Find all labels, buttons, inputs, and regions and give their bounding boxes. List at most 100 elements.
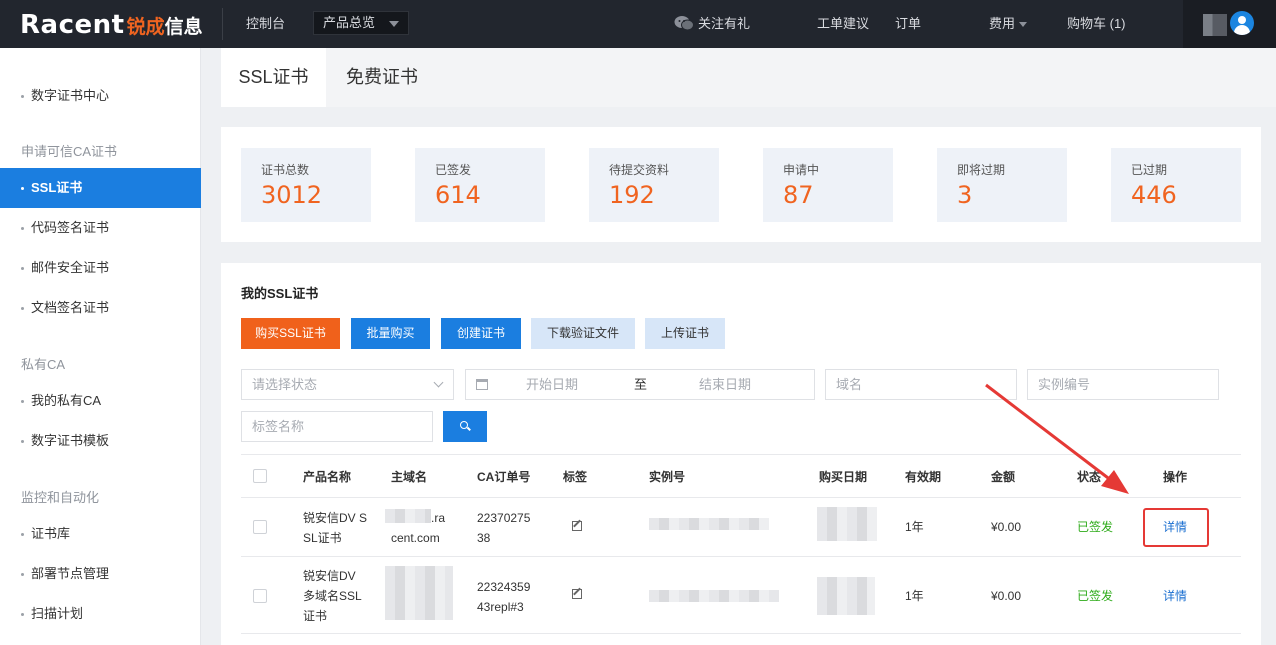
ssl-cert-panel: 我的SSL证书 购买SSL证书 批量购买 创建证书 下载验证文件 上传证书 请选…	[221, 263, 1261, 645]
sidebar-item-ssl[interactable]: SSL证书	[0, 168, 201, 208]
stat-label: 待提交资料	[609, 163, 670, 177]
stat-issued[interactable]: 已签发 614	[415, 148, 545, 222]
buy-date-redacted	[817, 577, 875, 615]
sidebar-item-scan[interactable]: 扫描计划	[0, 594, 201, 634]
panel-title: 我的SSL证书	[241, 286, 319, 301]
row-ca-order: 22370275 38	[477, 508, 530, 548]
top-navbar: Racent 锐成信息 控制台 产品总览 关注有礼 工单建议 订单 费用 购物车…	[0, 0, 1276, 48]
th-product: 产品名称	[303, 470, 352, 484]
th-instance: 实例号	[649, 470, 686, 484]
sidebar: 数字证书中心 申请可信CA证书 SSL证书 代码签名证书 邮件安全证书 文档签名…	[0, 48, 201, 645]
highlight-box	[1143, 508, 1209, 547]
wechat-icon	[674, 16, 694, 31]
status-placeholder: 请选择状态	[252, 377, 318, 392]
sidebar-item-template[interactable]: 数字证书模板	[0, 421, 201, 461]
th-domain: 主域名	[391, 470, 428, 484]
create-cert-button[interactable]: 创建证书	[441, 318, 521, 349]
order-line-2: 43repl#3	[477, 600, 524, 614]
table-top-border	[241, 454, 1241, 455]
th-amount: 金额	[991, 470, 1016, 484]
th-validity: 有效期	[905, 470, 942, 484]
follow-gift-link[interactable]: 关注有礼	[698, 0, 750, 48]
status-select[interactable]: 请选择状态	[241, 369, 454, 400]
upload-cert-button[interactable]: 上传证书	[645, 318, 725, 349]
logo-text-cn: 锐成信息	[127, 12, 203, 39]
row-checkbox[interactable]	[253, 520, 267, 534]
domain-input[interactable]: 域名	[825, 369, 1017, 400]
stat-total[interactable]: 证书总数 3012	[241, 148, 371, 222]
console-link[interactable]: 控制台	[246, 0, 285, 48]
cart-link[interactable]: 购物车 (1)	[1067, 0, 1126, 48]
product-line-1: 锐安信DV	[303, 569, 356, 583]
search-button[interactable]	[443, 411, 487, 442]
product-line-1: 锐安信DV S	[303, 511, 368, 525]
username-redacted	[1203, 14, 1227, 36]
th-buy-date: 购买日期	[819, 470, 868, 484]
row-divider	[241, 556, 1241, 557]
th-tag: 标签	[563, 470, 588, 484]
row-amount: ¥0.00	[991, 589, 1022, 603]
sidebar-item-cert-center[interactable]: 数字证书中心	[0, 76, 201, 116]
stat-label: 即将过期	[957, 163, 1006, 177]
fee-menu[interactable]: 费用	[989, 0, 1028, 48]
table-header-border	[241, 497, 1241, 498]
sidebar-item-my-ca[interactable]: 我的私有CA	[0, 381, 201, 421]
tag-name-input[interactable]: 标签名称	[241, 411, 433, 442]
stat-pending-docs[interactable]: 待提交资料 192	[589, 148, 719, 222]
sidebar-item-library[interactable]: 证书库	[0, 514, 201, 554]
stat-label: 已签发	[435, 163, 472, 177]
logo-text-cn-b: 信息	[164, 16, 203, 38]
buy-ssl-button[interactable]: 购买SSL证书	[241, 318, 340, 349]
row-divider	[241, 633, 1241, 634]
ticket-link[interactable]: 工单建议	[817, 0, 869, 48]
stat-value: 3012	[261, 181, 323, 209]
product-select-value: 产品总览	[323, 15, 376, 30]
sidebar-item-code-sign[interactable]: 代码签名证书	[0, 208, 201, 248]
row-checkbox[interactable]	[253, 589, 267, 603]
chevron-down-icon	[433, 377, 444, 388]
tab-free[interactable]: 免费证书	[326, 48, 438, 107]
row-amount: ¥0.00	[991, 520, 1022, 534]
sidebar-item-deploy[interactable]: 部署节点管理	[0, 554, 201, 594]
th-status: 状态	[1077, 470, 1102, 484]
download-verify-file-button[interactable]: 下载验证文件	[531, 318, 635, 349]
edit-tag-icon[interactable]	[572, 521, 582, 531]
logo-text-en: Racent	[20, 10, 125, 40]
domain-redacted	[385, 566, 453, 620]
racent-logo[interactable]: Racent 锐成信息	[20, 10, 203, 40]
product-line-3: 证书	[303, 609, 328, 623]
user-menu[interactable]	[1183, 0, 1276, 48]
date-range-picker[interactable]: 开始日期 至 结束日期	[465, 369, 815, 400]
stat-value: 614	[435, 181, 481, 209]
stat-value: 87	[783, 181, 814, 209]
stat-value: 3	[957, 181, 973, 209]
fee-label: 费用	[989, 16, 1016, 31]
stat-label: 已过期	[1131, 163, 1168, 177]
order-line-1: 22324359	[477, 580, 531, 594]
row-detail-link[interactable]: 详情	[1163, 586, 1187, 606]
select-all-checkbox[interactable]	[253, 469, 267, 483]
stat-applying[interactable]: 申请中 87	[763, 148, 893, 222]
sidebar-item-email[interactable]: 邮件安全证书	[0, 248, 201, 288]
row-status: 已签发	[1077, 520, 1114, 534]
edit-tag-icon[interactable]	[572, 589, 582, 599]
stat-expiring[interactable]: 即将过期 3	[937, 148, 1067, 222]
caret-down-icon	[389, 21, 399, 27]
product-line-2: SL证书	[303, 531, 342, 545]
end-date-placeholder: 结束日期	[699, 377, 752, 392]
row-ca-order: 22324359 43repl#3	[477, 577, 530, 617]
bulk-buy-button[interactable]: 批量购买	[351, 318, 430, 349]
user-avatar-icon	[1230, 11, 1254, 35]
order-link[interactable]: 订单	[895, 0, 921, 48]
sidebar-item-doc-sign[interactable]: 文档签名证书	[0, 288, 201, 328]
product-overview-select[interactable]: 产品总览	[313, 11, 409, 35]
buy-date-redacted	[817, 507, 877, 541]
row-validity: 1年	[905, 589, 924, 603]
calendar-icon	[476, 379, 488, 390]
tab-ssl[interactable]: SSL证书	[221, 48, 326, 107]
sidebar-group-monitor: 监控和自动化	[21, 490, 100, 505]
stat-expired[interactable]: 已过期 446	[1111, 148, 1241, 222]
header-divider	[222, 8, 223, 40]
instance-id-input[interactable]: 实例编号	[1027, 369, 1219, 400]
row-product: 锐安信DV S SL证书	[303, 508, 367, 548]
